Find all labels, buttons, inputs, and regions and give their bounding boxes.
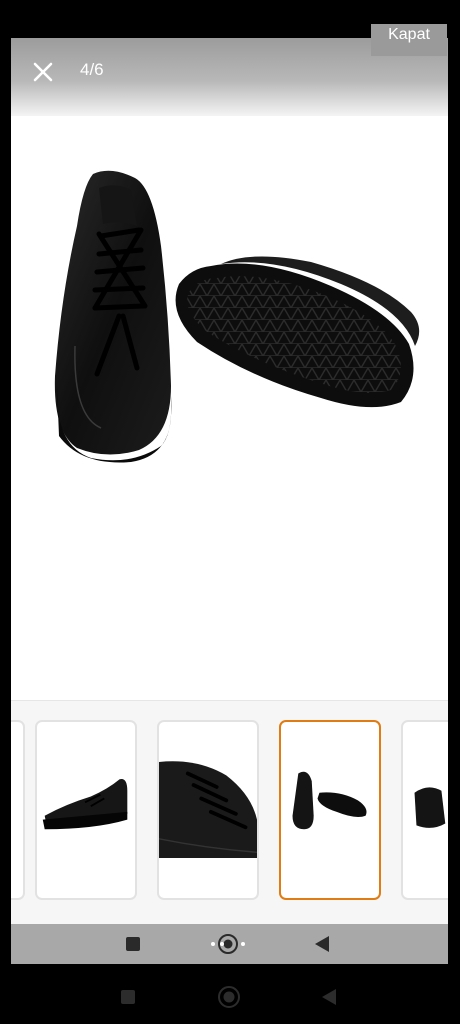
close-tab-button[interactable]: Kapat (371, 24, 447, 56)
close-icon (33, 62, 53, 82)
thumb-shoe-laces[interactable] (157, 720, 259, 900)
image-counter: 4/6 (80, 60, 104, 79)
thumb-shoe-side[interactable] (35, 720, 137, 900)
system-home-button[interactable] (217, 985, 241, 1009)
recents-icon (126, 937, 140, 951)
thumb-shoe-back[interactable] (401, 720, 448, 900)
image-viewer: 4/6 (11, 38, 448, 924)
product-image[interactable] (11, 116, 448, 676)
thumb-partial-left[interactable] (11, 720, 25, 900)
circle-icon (218, 986, 240, 1008)
shoe-sole (175, 256, 420, 408)
shoe-front (54, 170, 172, 463)
system-nav-bar (0, 964, 460, 1024)
home-button[interactable] (209, 932, 247, 956)
recents-button[interactable] (125, 936, 141, 952)
square-icon (121, 990, 135, 1004)
close-button[interactable] (29, 58, 57, 86)
system-back-button[interactable] (320, 988, 338, 1006)
thumb-shoe-pair[interactable] (279, 720, 381, 900)
back-button[interactable] (313, 935, 331, 953)
system-recents-button[interactable] (120, 989, 136, 1005)
toolbar-bar (11, 924, 448, 964)
back-icon (315, 936, 329, 952)
thumbnail-strip (11, 700, 448, 924)
triangle-back-icon (322, 989, 336, 1005)
home-icon (211, 934, 245, 954)
